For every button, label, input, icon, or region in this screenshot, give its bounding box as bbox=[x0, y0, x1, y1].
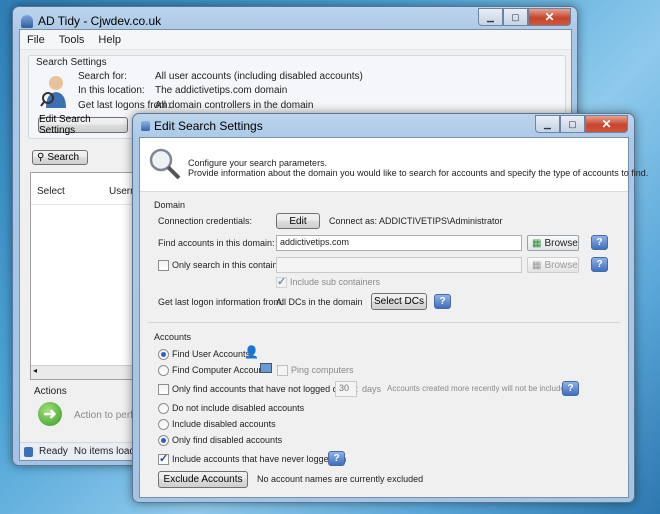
search-for-value: All user accounts (including disabled ac… bbox=[155, 71, 363, 82]
user-icon: 👤 bbox=[244, 345, 259, 359]
location-value: The addictivetips.com domain bbox=[155, 85, 288, 96]
dialog-intro-line2: Provide information about the domain you… bbox=[188, 168, 649, 178]
find-user-radio[interactable] bbox=[158, 349, 169, 360]
find-computer-radio[interactable] bbox=[158, 365, 169, 376]
container-input[interactable] bbox=[276, 257, 522, 273]
actions-header: Actions bbox=[34, 386, 67, 397]
connect-as-text: Connect as: ADDICTIVETIPS\Administrator bbox=[329, 216, 503, 226]
dialog-icon bbox=[141, 121, 150, 131]
menu-help[interactable]: Help bbox=[91, 34, 128, 46]
dialog-intro-line1: Configure your search parameters. bbox=[188, 158, 328, 168]
only-container-checkbox[interactable] bbox=[158, 260, 169, 271]
find-domain-label: Find accounts in this domain: bbox=[158, 238, 275, 248]
edit-search-settings-button[interactable]: Edit Search Settings bbox=[38, 114, 128, 136]
include-disabled-label[interactable]: Include disabled accounts bbox=[172, 419, 276, 429]
days-unit: days bbox=[362, 384, 382, 394]
logon-help-icon[interactable]: ? bbox=[434, 294, 451, 309]
only-container-label[interactable]: Only search in this container: bbox=[172, 260, 288, 270]
search-for-label: Search for: bbox=[78, 71, 127, 82]
user-search-icon bbox=[40, 74, 70, 110]
select-dcs-button[interactable]: Select DCs bbox=[371, 293, 427, 310]
include-sub-checkbox[interactable] bbox=[276, 275, 287, 288]
computer-icon bbox=[260, 363, 272, 373]
include-disabled-radio[interactable] bbox=[158, 419, 169, 430]
status-text: Ready bbox=[39, 446, 68, 457]
not-logged-checkbox[interactable] bbox=[158, 384, 169, 395]
search-button[interactable]: ⚲ Search bbox=[32, 150, 88, 165]
ping-label: Ping computers bbox=[291, 365, 354, 375]
exclude-accounts-button[interactable]: Exclude Accounts bbox=[158, 471, 248, 488]
never-logged-help-icon[interactable]: ? bbox=[328, 451, 345, 466]
dialog-minimize-button[interactable]: ▁ bbox=[535, 115, 560, 133]
dialog-client-area: Configure your search parameters. Provid… bbox=[139, 137, 648, 498]
menu-file[interactable]: File bbox=[20, 34, 52, 46]
location-label: In this location: bbox=[78, 85, 145, 96]
ping-checkbox[interactable] bbox=[277, 365, 288, 376]
status-icon bbox=[24, 446, 33, 457]
edit-search-settings-dialog: Edit Search Settings ▁ ▢ ✕ Configure you… bbox=[132, 113, 648, 503]
search-settings-icon bbox=[148, 147, 182, 181]
section-divider bbox=[148, 322, 620, 323]
find-computer-label[interactable]: Find Computer Accounts bbox=[172, 365, 271, 375]
menu-bar: File Tools Help bbox=[20, 30, 571, 50]
logon-info-value: All DCs in the domain bbox=[276, 297, 363, 307]
search-button-label: Search bbox=[47, 152, 80, 163]
dialog-title: Edit Search Settings bbox=[154, 119, 263, 133]
menu-tools[interactable]: Tools bbox=[52, 34, 92, 46]
magnifier-icon: ⚲ bbox=[37, 152, 45, 163]
days-input[interactable]: 30 bbox=[335, 381, 357, 397]
include-sub-label: Include sub containers bbox=[290, 277, 381, 287]
browse-icon: ▦ bbox=[532, 237, 542, 249]
window-title: AD Tidy - Cjwdev.co.uk bbox=[38, 14, 162, 28]
days-note: Accounts created more recently will not … bbox=[387, 384, 570, 393]
close-button[interactable]: ✕ bbox=[528, 8, 571, 26]
logon-info-label: Get last logon information from: bbox=[158, 297, 284, 307]
edit-credentials-button[interactable]: Edit bbox=[276, 213, 320, 229]
browse-domain-label: Browse bbox=[544, 237, 578, 249]
only-disabled-label[interactable]: Only find disabled accounts bbox=[172, 435, 282, 445]
domain-help-icon[interactable]: ? bbox=[591, 235, 608, 250]
browse-container-label: Browse bbox=[544, 259, 578, 271]
only-disabled-radio[interactable] bbox=[158, 435, 169, 446]
not-logged-label[interactable]: Only find accounts that have not logged … bbox=[172, 384, 358, 394]
days-help-icon[interactable]: ? bbox=[562, 381, 579, 396]
browse-container-button[interactable]: ▦ Browse bbox=[527, 257, 579, 273]
dialog-maximize-button[interactable]: ▢ bbox=[560, 115, 585, 133]
domain-input[interactable]: addictivetips.com bbox=[276, 235, 522, 251]
accounts-header: Accounts bbox=[154, 332, 192, 342]
column-select[interactable]: Select bbox=[37, 186, 65, 197]
no-disabled-radio[interactable] bbox=[158, 403, 169, 414]
exclude-note: No account names are currently excluded bbox=[257, 474, 424, 484]
browse-container-icon: ▦ bbox=[532, 259, 542, 271]
app-icon bbox=[21, 14, 33, 28]
browse-domain-button[interactable]: ▦ Browse bbox=[527, 235, 579, 251]
maximize-button[interactable]: ▢ bbox=[503, 8, 528, 26]
minimize-button[interactable]: ▁ bbox=[478, 8, 503, 26]
domain-header: Domain bbox=[154, 200, 186, 210]
find-user-label[interactable]: Find User Accounts bbox=[172, 349, 250, 359]
container-help-icon[interactable]: ? bbox=[591, 257, 608, 272]
dialog-close-button[interactable]: ✕ bbox=[585, 115, 628, 133]
credentials-label: Connection credentials: bbox=[158, 216, 253, 226]
no-disabled-label[interactable]: Do not include disabled accounts bbox=[172, 403, 304, 413]
last-logons-value: All domain controllers in the domain bbox=[155, 100, 314, 111]
go-arrow-icon[interactable]: ➜ bbox=[38, 402, 62, 426]
never-logged-checkbox[interactable] bbox=[158, 452, 169, 465]
never-logged-label[interactable]: Include accounts that have never logged … bbox=[172, 454, 346, 464]
search-settings-header: Search Settings bbox=[36, 57, 107, 68]
